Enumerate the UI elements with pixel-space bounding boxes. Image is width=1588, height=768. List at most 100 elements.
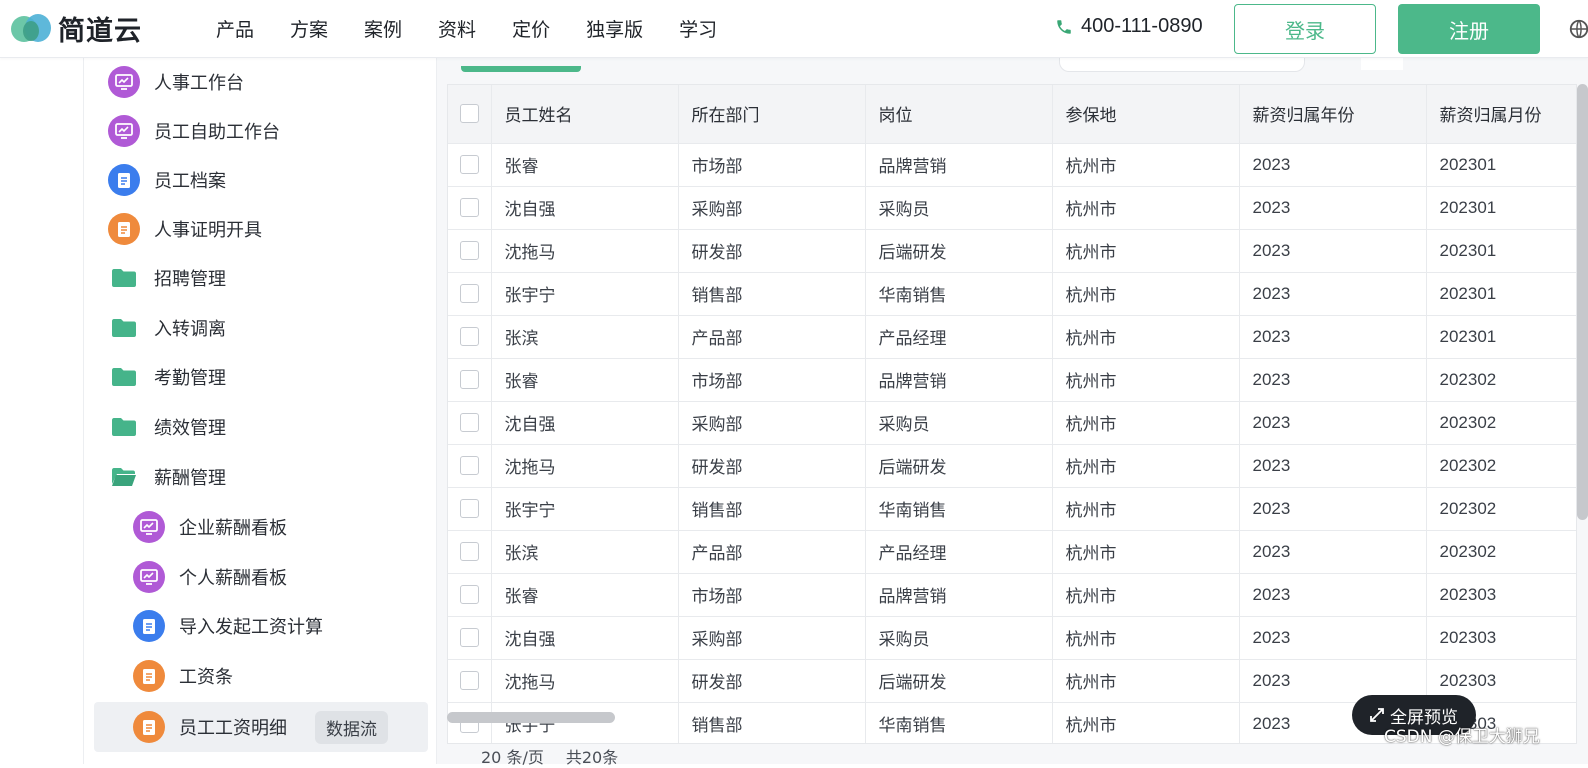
cell-salary-month: 202301 xyxy=(1426,186,1576,230)
menu-item-learn[interactable]: 学习 xyxy=(679,15,717,42)
sidebar-item-label: 人事证明开具 xyxy=(154,220,262,241)
sidebar-item-performance[interactable]: 绩效管理 xyxy=(84,403,438,451)
sidebar-item-salary-details[interactable]: 员工工资明细 数据流 xyxy=(94,702,428,752)
brand[interactable]: 简道云 xyxy=(10,9,180,48)
table-row[interactable]: 张睿 市场部 品牌营销 杭州市 2023 202302 xyxy=(448,358,1576,402)
column-header-name[interactable]: 员工姓名 xyxy=(491,85,679,144)
cell-salary-year: 2023 xyxy=(1239,229,1427,273)
sidebar-item-label: 企业薪酬看板 xyxy=(179,518,287,539)
sidebar-item-label: 绩效管理 xyxy=(154,418,226,439)
column-header-position[interactable]: 岗位 xyxy=(865,85,1053,144)
horizontal-scrollbar[interactable] xyxy=(447,712,615,723)
sidebar-item-company-salary-board[interactable]: 企业薪酬看板 xyxy=(84,503,438,551)
sidebar-item-label: 员工档案 xyxy=(154,171,226,192)
cell-department: 销售部 xyxy=(678,702,866,743)
row-checkbox[interactable] xyxy=(448,573,492,617)
table-row[interactable]: 沈自强 采购部 采购员 杭州市 2023 202302 xyxy=(448,401,1576,445)
phone-contact[interactable]: 400-111-0890 xyxy=(1055,15,1203,38)
row-checkbox[interactable] xyxy=(448,315,492,359)
cell-department: 市场部 xyxy=(678,358,866,402)
table-row[interactable]: 张睿 市场部 品牌营销 杭州市 2023 202301 xyxy=(448,143,1576,187)
cell-name: 沈拖马 xyxy=(491,229,679,273)
row-checkbox[interactable] xyxy=(448,401,492,445)
row-checkbox[interactable] xyxy=(448,229,492,273)
cell-salary-month: 202302 xyxy=(1426,401,1576,445)
login-button[interactable]: 登录 xyxy=(1234,4,1376,54)
cell-department: 产品部 xyxy=(678,315,866,359)
cell-insurance-location: 杭州市 xyxy=(1052,186,1240,230)
row-checkbox[interactable] xyxy=(448,444,492,488)
column-header-insurance-location[interactable]: 参保地 xyxy=(1052,85,1240,144)
cell-name: 张宇宁 xyxy=(491,702,679,743)
menu-item-product[interactable]: 产品 xyxy=(216,15,254,42)
cell-salary-year: 2023 xyxy=(1239,315,1427,359)
sidebar-item-onboarding-transfer[interactable]: 入转调离 xyxy=(84,304,438,352)
column-header-salary-year[interactable]: 薪资归属年份 xyxy=(1239,85,1427,144)
row-checkbox[interactable] xyxy=(448,272,492,316)
menu-item-cases[interactable]: 案例 xyxy=(364,15,402,42)
sidebar-item-hr-certificate[interactable]: 人事证明开具 xyxy=(84,205,438,253)
menu-item-solution[interactable]: 方案 xyxy=(290,15,328,42)
cell-insurance-location: 杭州市 xyxy=(1052,315,1240,359)
sidebar-item-employee-self-service[interactable]: 员工自助工作台 xyxy=(84,107,438,155)
row-checkbox[interactable] xyxy=(448,530,492,574)
table-row[interactable]: 沈自强 采购部 采购员 杭州市 2023 202301 xyxy=(448,186,1576,230)
table-row[interactable]: 张睿 市场部 品牌营销 杭州市 2023 202303 xyxy=(448,573,1576,617)
row-checkbox[interactable] xyxy=(448,616,492,660)
table-row[interactable]: 张滨 产品部 产品经理 杭州市 2023 202301 xyxy=(448,315,1576,359)
form-icon xyxy=(108,164,140,196)
sidebar-item-hr-workbench[interactable]: 人事工作台 xyxy=(84,58,438,106)
dashboard-icon xyxy=(108,66,140,98)
sidebar-item-label: 员工自助工作台 xyxy=(154,122,280,143)
cell-position: 产品经理 xyxy=(865,315,1053,359)
sidebar-item-import-salary-calc[interactable]: 导入发起工资计算 xyxy=(84,602,438,650)
table-row[interactable]: 沈自强 采购部 采购员 杭州市 2023 202303 xyxy=(448,616,1576,660)
cell-department: 产品部 xyxy=(678,530,866,574)
cell-position: 华南销售 xyxy=(865,702,1053,743)
cell-salary-month: 202301 xyxy=(1426,143,1576,187)
toolbar-icon-button[interactable] xyxy=(1361,58,1403,70)
cell-insurance-location: 杭州市 xyxy=(1052,573,1240,617)
sidebar-item-personal-salary-board[interactable]: 个人薪酬看板 xyxy=(84,553,438,601)
menu-item-pricing[interactable]: 定价 xyxy=(512,15,550,42)
row-checkbox[interactable] xyxy=(448,143,492,187)
column-header-department[interactable]: 所在部门 xyxy=(678,85,866,144)
row-checkbox[interactable] xyxy=(448,659,492,703)
globe-icon[interactable] xyxy=(1568,18,1588,44)
sidebar-item-employee-records[interactable]: 员工档案 xyxy=(84,156,438,204)
row-checkbox[interactable] xyxy=(448,186,492,230)
page-size-select[interactable]: 20 条/页 xyxy=(481,744,544,768)
process-form-icon xyxy=(133,711,165,743)
sidebar-item-attendance[interactable]: 考勤管理 xyxy=(84,353,438,401)
menu-item-resources[interactable]: 资料 xyxy=(438,15,476,42)
menu-item-dedicated[interactable]: 独享版 xyxy=(586,15,643,42)
toolbar-primary-button[interactable] xyxy=(461,66,581,72)
table-header-row: 员工姓名 所在部门 岗位 参保地 薪资归属年份 薪资归属月份 xyxy=(448,85,1576,144)
sidebar-item-label: 薪酬管理 xyxy=(154,468,226,489)
search-input[interactable] xyxy=(1059,58,1305,72)
row-checkbox[interactable] xyxy=(448,358,492,402)
register-button[interactable]: 注册 xyxy=(1398,4,1540,54)
expand-icon xyxy=(1370,708,1384,722)
top-navbar: 简道云 产品 方案 案例 资料 定价 独享版 学习 400-111-0890 登… xyxy=(0,0,1588,58)
table-row[interactable]: 沈拖马 研发部 后端研发 杭州市 2023 202302 xyxy=(448,444,1576,488)
table-row[interactable]: 张宇宁 销售部 华南销售 杭州市 2023 202301 xyxy=(448,272,1576,316)
column-header-salary-month[interactable]: 薪资归属月份 xyxy=(1426,85,1576,144)
sidebar-item-compensation[interactable]: 薪酬管理 xyxy=(84,453,438,501)
main-menu: 产品 方案 案例 资料 定价 独享版 学习 xyxy=(216,15,753,42)
cell-salary-month: 202302 xyxy=(1426,487,1576,531)
vertical-scrollbar[interactable] xyxy=(1577,84,1588,520)
sidebar-item-label: 导入发起工资计算 xyxy=(179,617,323,638)
select-all-checkbox[interactable] xyxy=(448,85,492,144)
row-checkbox[interactable] xyxy=(448,702,492,743)
row-checkbox[interactable] xyxy=(448,487,492,531)
sidebar-item-payslip[interactable]: 工资条 xyxy=(84,652,438,700)
phone-icon xyxy=(1057,19,1071,34)
table-row[interactable]: 沈拖马 研发部 后端研发 杭州市 2023 202301 xyxy=(448,229,1576,273)
table-row[interactable]: 张滨 产品部 产品经理 杭州市 2023 202302 xyxy=(448,530,1576,574)
sidebar-item-recruitment[interactable]: 招聘管理 xyxy=(84,254,438,302)
brand-name: 简道云 xyxy=(58,16,142,47)
cell-department: 采购部 xyxy=(678,186,866,230)
table-row[interactable]: 张宇宁 销售部 华南销售 杭州市 2023 202302 xyxy=(448,487,1576,531)
cell-position: 采购员 xyxy=(865,401,1053,445)
